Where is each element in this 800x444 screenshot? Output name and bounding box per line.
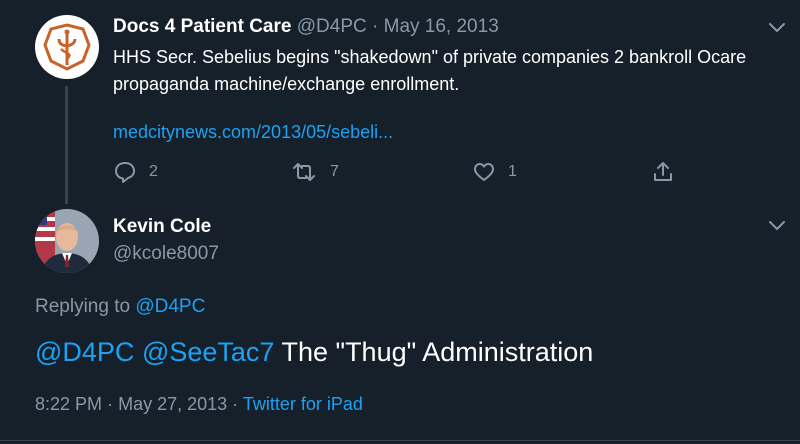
reply-count: 2 xyxy=(149,163,158,180)
retweet-action[interactable]: 7 xyxy=(290,158,339,186)
reply-source[interactable]: Twitter for iPad xyxy=(243,394,363,414)
reply-handle[interactable]: @kcole8007 xyxy=(113,243,219,265)
parent-more-button[interactable] xyxy=(766,20,788,39)
parent-avatar[interactable] xyxy=(35,15,99,79)
replying-to-label: Replying to xyxy=(35,296,131,317)
parent-tweet-link[interactable]: medcitynews.com/2013/05/sebeli... xyxy=(113,122,393,143)
parent-tweet-header: Docs 4 Patient Care @D4PC · May 16, 2013 xyxy=(113,16,499,38)
divider xyxy=(0,440,800,441)
person-photo xyxy=(35,209,99,273)
retweet-icon xyxy=(293,163,315,181)
parent-tweet-text: HHS Secr. Sebelius begins "shakedown" of… xyxy=(113,47,747,94)
reply-meta: 8:22 PM · May 27, 2013 · Twitter for iPa… xyxy=(35,394,363,415)
share-icon xyxy=(654,162,672,181)
reply-action[interactable]: 2 xyxy=(113,158,158,186)
mention-d4pc[interactable]: @D4PC xyxy=(35,337,134,367)
reply-time[interactable]: 8:22 PM xyxy=(35,394,102,414)
chevron-down-icon xyxy=(769,221,785,231)
meta-separator-1: · xyxy=(107,394,114,414)
share-action[interactable] xyxy=(651,158,675,186)
replying-to-mention[interactable]: @D4PC xyxy=(135,296,205,317)
reply-display-name[interactable]: Kevin Cole xyxy=(113,216,211,238)
parent-handle[interactable]: @D4PC xyxy=(297,16,367,37)
reply-bubble-icon xyxy=(115,162,135,183)
reply-date[interactable]: May 27, 2013 xyxy=(118,394,227,414)
reply-body: The "Thug" Administration xyxy=(281,337,594,367)
heart-icon xyxy=(474,163,494,181)
replying-to-line: Replying to @D4PC xyxy=(35,296,205,318)
mention-seetac7[interactable]: @SeeTac7 xyxy=(142,337,274,367)
parent-date[interactable]: May 16, 2013 xyxy=(384,16,499,37)
header-separator: · xyxy=(372,16,379,37)
chevron-down-icon xyxy=(769,23,785,33)
retweet-count: 7 xyxy=(330,163,339,180)
caduceus-logo-icon xyxy=(43,23,91,71)
reply-more-button[interactable] xyxy=(766,218,788,237)
thread-connector-line xyxy=(65,86,68,204)
like-count: 1 xyxy=(508,163,517,180)
reply-tweet-text: @D4PC @SeeTac7 The "Thug" Administration xyxy=(35,337,593,368)
like-action[interactable]: 1 xyxy=(472,158,517,186)
parent-display-name[interactable]: Docs 4 Patient Care xyxy=(113,16,291,37)
meta-separator-2: · xyxy=(232,394,239,414)
reply-avatar[interactable] xyxy=(35,209,99,273)
